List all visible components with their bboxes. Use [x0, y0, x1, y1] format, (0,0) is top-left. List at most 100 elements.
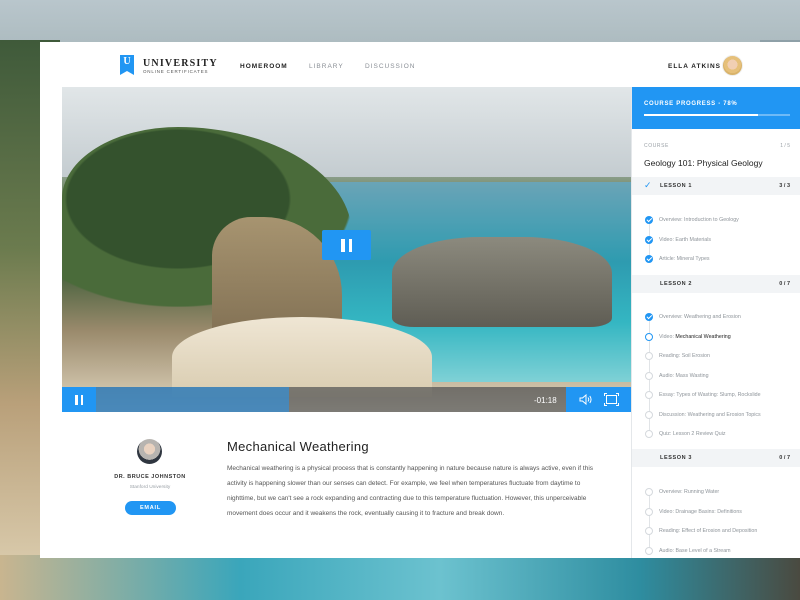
lesson-item-label: Overview: Running Water — [659, 489, 719, 495]
lesson-item-connector — [649, 492, 650, 551]
lesson-header-label: LESSON 3 — [660, 455, 693, 461]
lesson-item-kind: Overview: — [659, 314, 685, 320]
lesson-item[interactable]: Quiz: Lesson 2 Review Quiz — [632, 427, 800, 441]
background-sea — [0, 555, 800, 600]
lesson-header-count: 0 / 7 — [779, 281, 790, 287]
lesson-item[interactable]: Audio: Mass Wasting — [632, 369, 800, 383]
lesson-item-label: Overview: Introduction to Geology — [659, 217, 739, 223]
lesson-item-title: Base Level of a Stream — [675, 547, 731, 554]
course-name[interactable]: Geology 101: Physical Geology — [644, 158, 763, 168]
lesson-header[interactable]: LESSON 2 0 / 7 — [632, 275, 800, 293]
circle-icon — [645, 352, 653, 360]
lesson-item[interactable]: Reading: Soil Erosion — [632, 349, 800, 363]
video-frame-rocks — [392, 237, 612, 327]
circle-icon — [645, 507, 653, 516]
instructor-name: DR. BRUCE JOHNSTON — [114, 474, 186, 480]
course-label: COURSE — [644, 143, 669, 149]
check-circle-icon — [645, 313, 653, 321]
lesson-item-title: Introduction to Geology — [684, 217, 739, 223]
lesson-item[interactable]: Audio: Base Level of a Stream — [632, 544, 800, 558]
lesson-item[interactable]: Video: Earth Materials — [632, 233, 800, 247]
pause-button[interactable] — [62, 387, 96, 412]
lesson-item[interactable]: Video: Mechanical Weathering — [632, 330, 800, 344]
lesson-item-title: Mass Wasting — [675, 372, 709, 379]
video-controls: -01:18 — [62, 387, 631, 412]
pause-icon — [80, 394, 83, 405]
volume-icon[interactable] — [579, 394, 593, 405]
top-header: U UNIVERSITY ONLINE CERTIFICATES HOMEROO… — [40, 42, 800, 87]
lesson-item[interactable]: Overview: Running Water — [632, 485, 800, 499]
email-button[interactable]: EMAIL — [125, 501, 176, 515]
lesson-item-kind: Essay: — [659, 392, 677, 398]
nav-discussion[interactable]: DISCUSSION — [365, 63, 415, 70]
user-avatar[interactable] — [722, 55, 743, 76]
lesson-item-kind: Quiz: — [659, 431, 673, 437]
lesson-item-title: Effect of Erosion and Deposition — [681, 528, 758, 534]
lesson-title: Mechanical Weathering — [227, 439, 369, 454]
lesson-item-kind: Audio: — [659, 547, 676, 554]
lesson-header[interactable]: LESSON 3 0 / 7 — [632, 449, 800, 467]
lesson-item-title: Lesson 2 Review Quiz — [672, 431, 726, 437]
course-sidebar: COURSE PROGRESS - 78% COURSE 1 / 5 Geolo… — [631, 87, 800, 558]
lesson-item-title: Weathering and Erosion Topics — [687, 411, 761, 418]
course-progress-label: COURSE PROGRESS - 78% — [644, 101, 738, 107]
video-frame-beach — [172, 317, 432, 397]
user-name[interactable]: ELLA ATKINS — [668, 63, 721, 70]
instructor-org: Stanford University — [129, 485, 171, 490]
player-right-controls — [566, 387, 631, 412]
app-window: U UNIVERSITY ONLINE CERTIFICATES HOMEROO… — [40, 42, 800, 558]
brand-title[interactable]: UNIVERSITY — [143, 58, 218, 69]
lesson-item[interactable]: Reading: Effect of Erosion and Depositio… — [632, 524, 800, 538]
lesson-item-title: Mineral Types — [676, 256, 710, 262]
nav-library[interactable]: LIBRARY — [309, 63, 344, 70]
check-icon: ✓ — [644, 180, 652, 190]
lesson-item-title: Mechanical Weathering — [675, 333, 731, 340]
lesson-item[interactable]: Article: Mineral Types — [632, 252, 800, 266]
nav-homeroom[interactable]: HOMEROOM — [240, 63, 288, 70]
logo-badge-icon[interactable]: U — [120, 55, 134, 75]
check-circle-icon — [645, 216, 653, 224]
lesson-header-label: LESSON 1 — [660, 183, 693, 189]
lesson-header-label: LESSON 2 — [660, 281, 693, 287]
lesson-item-title: Soil Erosion — [681, 353, 710, 359]
time-remaining: -01:18 — [534, 396, 557, 405]
pause-icon — [75, 394, 78, 405]
circle-icon — [645, 488, 653, 496]
circle-icon — [645, 546, 653, 555]
lesson-item-label: Reading: Effect of Erosion and Depositio… — [659, 528, 757, 534]
lesson-item-title: Running Water — [684, 489, 720, 495]
lesson-header-count: 0 / 7 — [779, 455, 790, 461]
lesson-item-label: Quiz: Lesson 2 Review Quiz — [659, 431, 726, 437]
lesson-item-label: Reading: Soil Erosion — [659, 353, 710, 359]
instructor-photo[interactable] — [137, 439, 162, 464]
pause-icon — [348, 239, 352, 252]
course-count: 1 / 5 — [780, 143, 790, 149]
lesson-item-kind: Video: — [659, 333, 676, 340]
course-progress-track — [644, 114, 790, 116]
check-circle-icon — [645, 235, 653, 244]
lesson-item-label: Discussion: Weathering and Erosion Topic… — [659, 412, 761, 418]
lesson-header[interactable]: ✓ LESSON 1 3 / 3 — [632, 177, 800, 195]
center-pause-button[interactable] — [322, 230, 371, 260]
lesson-item-kind: Reading: — [659, 528, 682, 534]
lesson-item-kind: Video: — [659, 508, 676, 515]
video-progress-bar[interactable] — [96, 387, 289, 412]
lesson-item-label: Audio: Mass Wasting — [659, 373, 709, 379]
lesson-item-title: Earth Materials — [675, 236, 712, 243]
lesson-item-title: Weathering and Erosion — [684, 314, 741, 320]
lesson-item-kind: Discussion: — [659, 411, 688, 418]
lesson-item[interactable]: Overview: Introduction to Geology — [632, 213, 800, 227]
lesson-item-label: Essay: Types of Wasting: Slump, Rockslid… — [659, 392, 761, 398]
lesson-item[interactable]: Video: Drainage Basins: Definitions — [632, 505, 800, 519]
circle-icon — [645, 410, 653, 419]
lesson-item-label: Video: Earth Materials — [659, 237, 711, 243]
lesson-item-kind: Article: — [659, 256, 677, 262]
fullscreen-icon[interactable] — [604, 393, 619, 406]
video-player[interactable]: -01:18 — [62, 87, 631, 412]
lesson-item[interactable]: Essay: Types of Wasting: Slump, Rockslid… — [632, 388, 800, 402]
lesson-item-kind: Audio: — [659, 372, 676, 379]
lesson-item[interactable]: Overview: Weathering and Erosion — [632, 310, 800, 324]
circle-icon — [645, 391, 653, 399]
lesson-item[interactable]: Discussion: Weathering and Erosion Topic… — [632, 408, 800, 422]
lesson-item-title: Drainage Basins: Definitions — [675, 508, 742, 515]
